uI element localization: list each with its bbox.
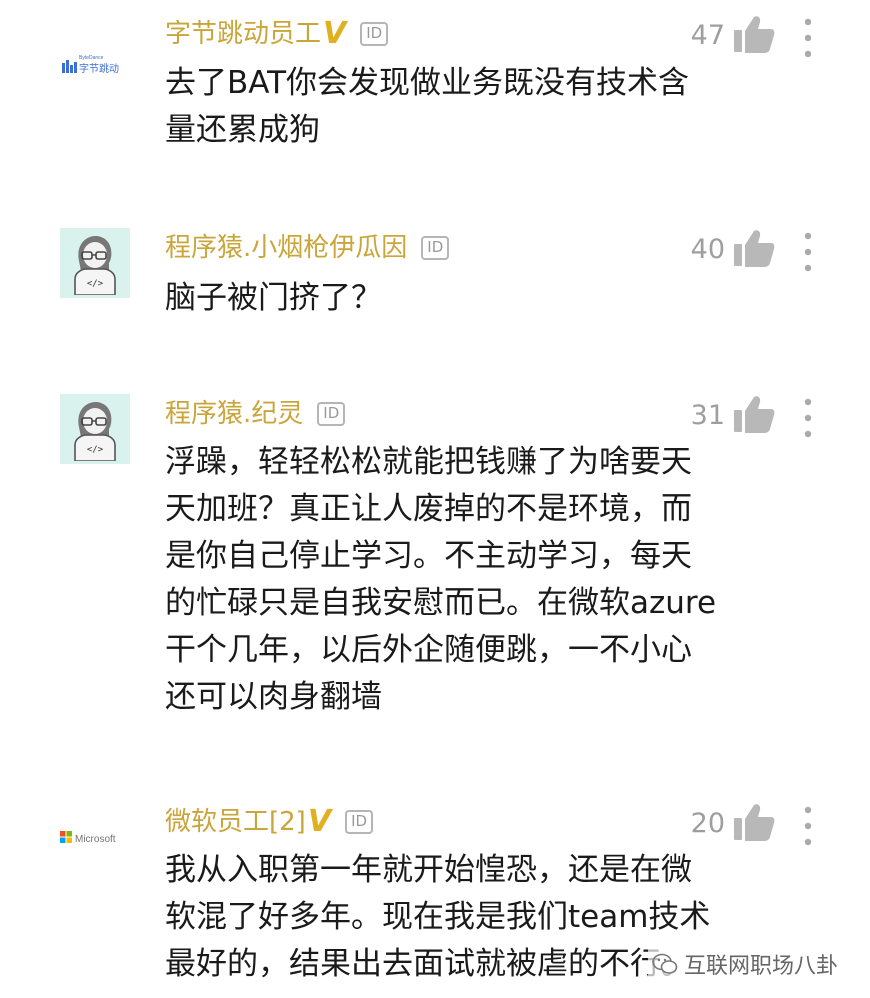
thumbs-up-icon[interactable] [732, 802, 776, 842]
comment-username[interactable]: 字节跳动员工 V ID [165, 14, 389, 54]
verified-icon: V [323, 16, 347, 51]
username-text[interactable]: 字节跳动员工 [165, 14, 321, 54]
id-badge: ID [317, 402, 346, 426]
coder-avatar-icon: </> [74, 236, 116, 295]
logo-small-text: ByteDance [79, 55, 104, 61]
logo-text: 字节跳动 [79, 62, 119, 75]
avatar-code-text: </> [87, 279, 104, 289]
avatar[interactable]: </> [60, 228, 130, 298]
like-count: 31 [690, 400, 725, 431]
comment-text: 浮躁，轻轻松松就能把钱赚了为啥要天 天加班？真正让人废掉的不是环境，而 是你自己… [165, 444, 717, 715]
coder-avatar-icon: </> [74, 402, 116, 461]
like-count: 47 [690, 20, 725, 51]
comment-username[interactable]: 程序猿.小烟枪伊瓜因 ID [165, 228, 450, 268]
bytedance-logo-icon: ByteDance 字节跳动 [62, 55, 119, 75]
username-text[interactable]: 程序猿.纪灵 [165, 394, 303, 434]
id-badge: ID [345, 810, 374, 834]
username-text[interactable]: 微软员工[2] [165, 802, 306, 842]
more-options-icon[interactable] [800, 804, 816, 848]
microsoft-logo-icon: Microsoft [60, 831, 116, 845]
id-badge: ID [421, 236, 450, 260]
wechat-icon [652, 953, 678, 974]
more-options-icon[interactable] [800, 396, 816, 440]
like-count: 20 [690, 808, 725, 839]
watermark-text: 互联网职场八卦 [683, 954, 838, 979]
comment-text: 去了BAT你会发现做业务既没有技术含 量还累成狗 [165, 65, 690, 148]
username-text[interactable]: 程序猿.小烟枪伊瓜因 [165, 228, 407, 268]
avatar[interactable]: ByteDance 字节跳动 [60, 32, 130, 102]
thumbs-up-icon[interactable] [732, 228, 776, 268]
thumbs-up-icon[interactable] [732, 394, 776, 434]
comment-text: 脑子被门挤了？ [165, 280, 382, 316]
comment-username[interactable]: 程序猿.纪灵 ID [165, 394, 346, 434]
thumbs-up-icon[interactable] [732, 14, 776, 54]
more-options-icon[interactable] [800, 16, 816, 60]
logo-text: Microsoft [75, 834, 116, 845]
avatar[interactable]: Microsoft [60, 802, 130, 872]
comment-username[interactable]: 微软员工[2] V ID [165, 802, 374, 842]
avatar[interactable]: </> [60, 394, 130, 464]
like-count: 40 [690, 234, 725, 265]
avatar-code-text: </> [87, 445, 104, 455]
id-badge: ID [360, 22, 389, 46]
watermark: 互联网职场八卦 [647, 948, 842, 980]
more-options-icon[interactable] [800, 230, 816, 274]
verified-icon: V [307, 804, 332, 839]
